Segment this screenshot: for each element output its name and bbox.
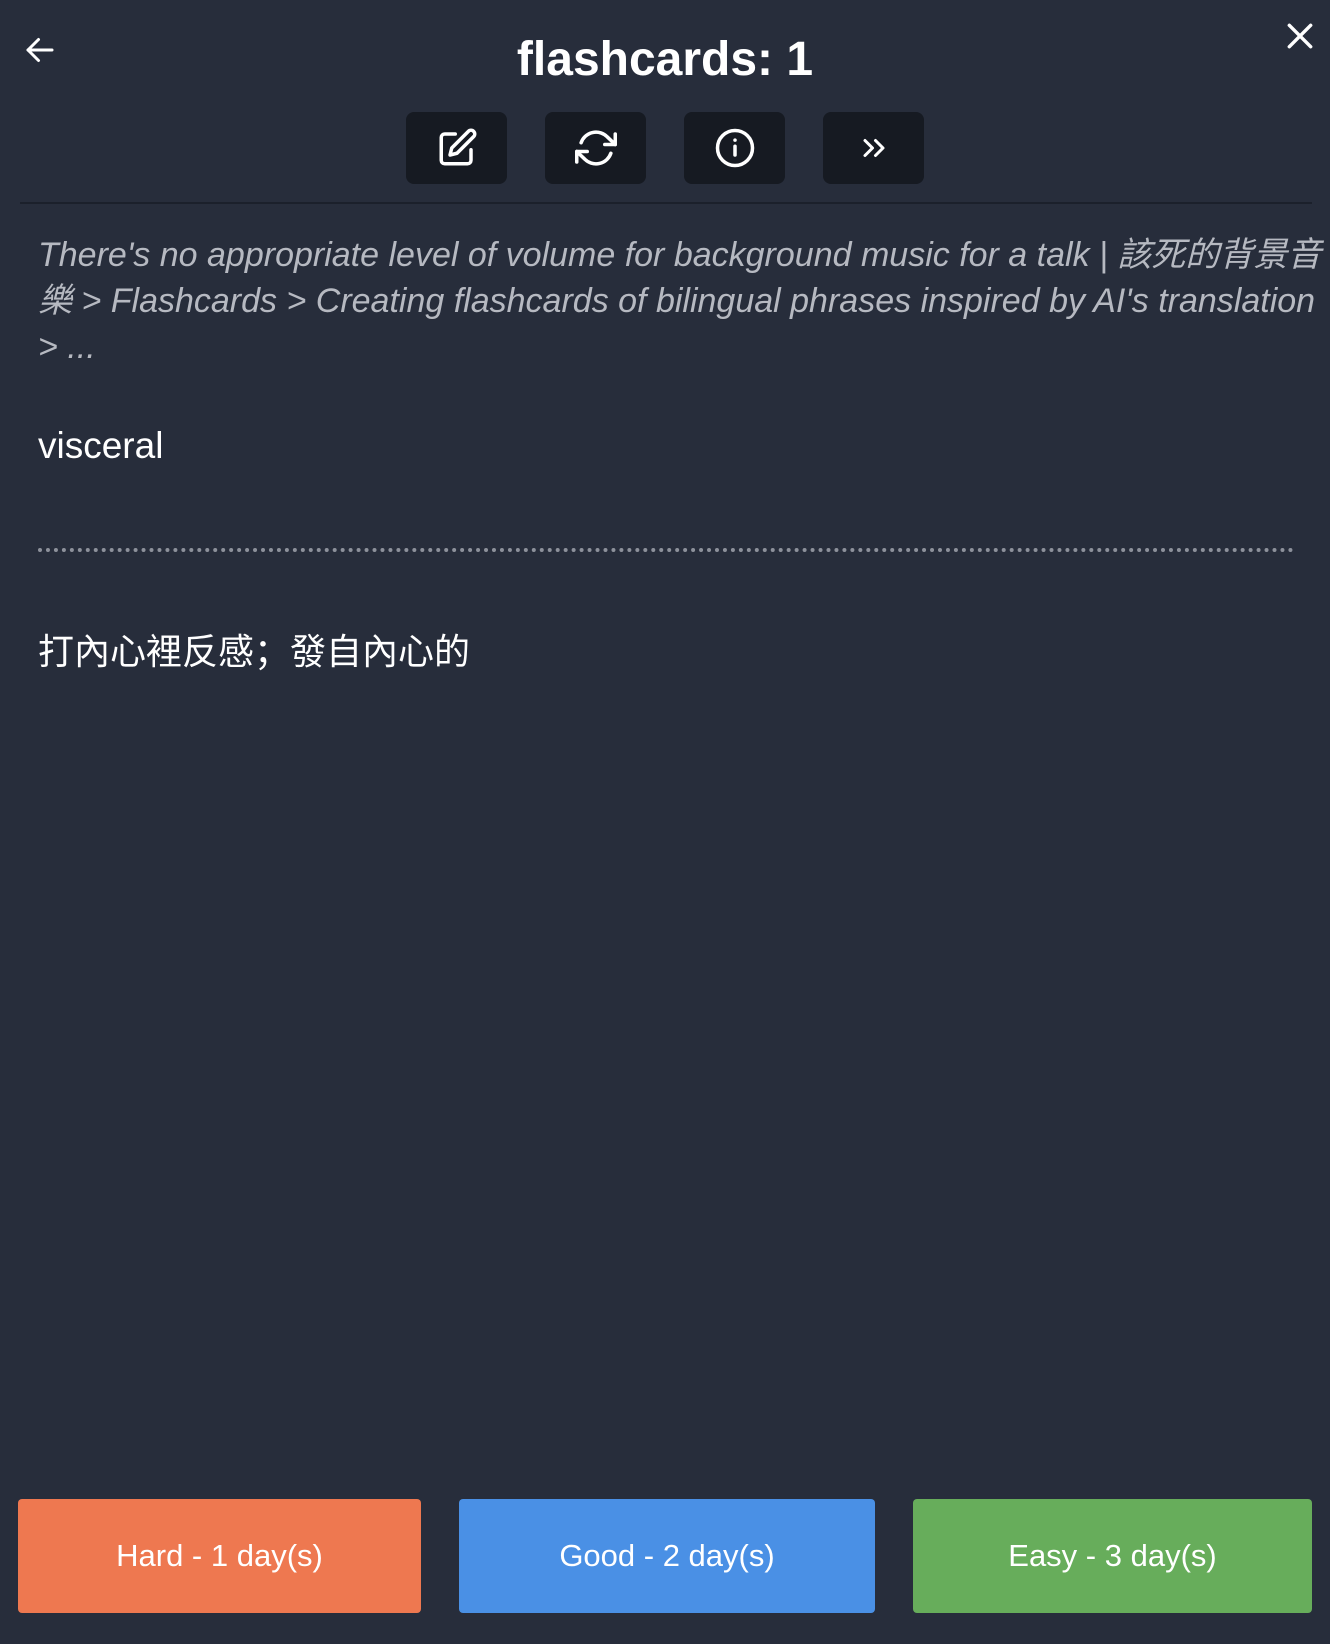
card-back-text: 打內心裡反感；發自內心的	[38, 631, 471, 672]
reset-card-button[interactable]	[545, 112, 646, 184]
header-divider	[20, 202, 1312, 204]
close-icon	[1287, 23, 1313, 49]
edit-icon	[439, 128, 476, 166]
card-divider	[38, 548, 1294, 552]
card-toolbar	[406, 112, 924, 184]
breadcrumb[interactable]: There's no appropriate level of volume f…	[38, 232, 1330, 370]
refresh-icon	[574, 130, 617, 166]
card-info-button[interactable]	[684, 112, 785, 184]
skip-card-button[interactable]	[823, 112, 924, 184]
skip-forward-icon	[863, 139, 884, 157]
flashcard-review-modal: flashcards: 1 There's no appropriate lev…	[0, 0, 1330, 1644]
close-button[interactable]	[1278, 14, 1322, 58]
answer-buttons: Hard - 1 day(s) Good - 2 day(s) Easy - 3…	[18, 1499, 1312, 1613]
easy-button[interactable]: Easy - 3 day(s)	[913, 1499, 1312, 1613]
card-front-text: visceral	[38, 425, 164, 466]
good-button[interactable]: Good - 2 day(s)	[459, 1499, 875, 1613]
info-icon	[715, 128, 754, 168]
edit-card-button[interactable]	[406, 112, 507, 184]
hard-button[interactable]: Hard - 1 day(s)	[18, 1499, 421, 1613]
page-title: flashcards: 1	[516, 33, 814, 86]
